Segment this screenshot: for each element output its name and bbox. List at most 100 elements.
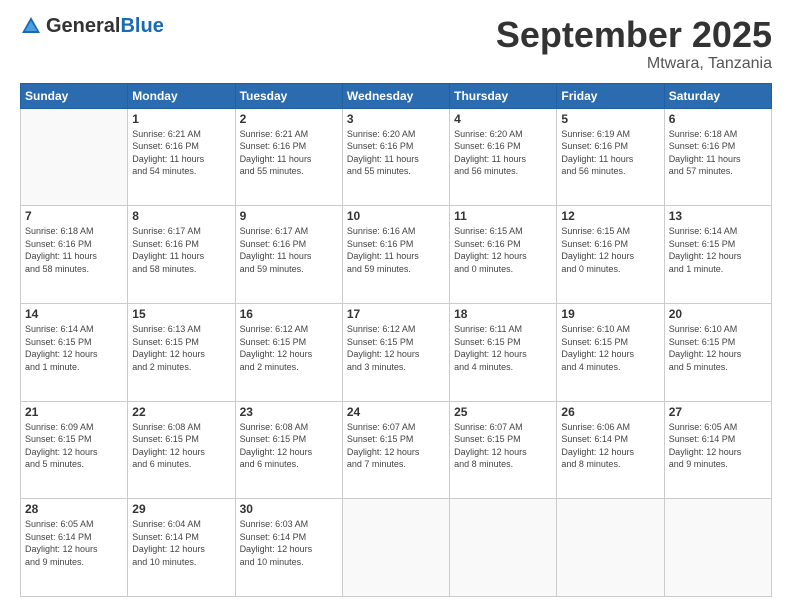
col-monday: Monday: [128, 83, 235, 108]
day-number: 19: [561, 307, 659, 321]
day-number: 7: [25, 209, 123, 223]
calendar-cell: 12Sunrise: 6:15 AM Sunset: 6:16 PM Dayli…: [557, 206, 664, 304]
day-number: 3: [347, 112, 445, 126]
day-number: 24: [347, 405, 445, 419]
day-info: Sunrise: 6:03 AM Sunset: 6:14 PM Dayligh…: [240, 518, 338, 568]
day-number: 10: [347, 209, 445, 223]
day-info: Sunrise: 6:18 AM Sunset: 6:16 PM Dayligh…: [25, 225, 123, 275]
day-number: 13: [669, 209, 767, 223]
day-number: 22: [132, 405, 230, 419]
day-info: Sunrise: 6:07 AM Sunset: 6:15 PM Dayligh…: [347, 421, 445, 471]
calendar-cell: 5Sunrise: 6:19 AM Sunset: 6:16 PM Daylig…: [557, 108, 664, 206]
calendar-cell: [342, 499, 449, 597]
header: GeneralBlue September 2025 Mtwara, Tanza…: [20, 15, 772, 73]
day-info: Sunrise: 6:16 AM Sunset: 6:16 PM Dayligh…: [347, 225, 445, 275]
day-info: Sunrise: 6:06 AM Sunset: 6:14 PM Dayligh…: [561, 421, 659, 471]
calendar-cell: 27Sunrise: 6:05 AM Sunset: 6:14 PM Dayli…: [664, 401, 771, 499]
calendar-cell: 28Sunrise: 6:05 AM Sunset: 6:14 PM Dayli…: [21, 499, 128, 597]
calendar-cell: 16Sunrise: 6:12 AM Sunset: 6:15 PM Dayli…: [235, 303, 342, 401]
calendar-cell: 29 Sunrise: 6:04 AM Sunset: 6:14 PM Dayli…: [128, 499, 235, 597]
month-title: September 2025: [496, 15, 772, 55]
location: Mtwara, Tanzania: [496, 55, 772, 73]
page: GeneralBlue September 2025 Mtwara, Tanza…: [0, 0, 792, 612]
day-info: Sunrise: 6:20 AM Sunset: 6:16 PM Dayligh…: [347, 128, 445, 178]
week-row-4: 21 Sunrise: 6:09 AM Sunset: 6:15 PM Dayli…: [21, 401, 772, 499]
calendar-cell: 15Sunrise: 6:13 AM Sunset: 6:15 PM Dayli…: [128, 303, 235, 401]
day-number: 5: [561, 112, 659, 126]
day-info: Sunrise: 6:05 AM Sunset: 6:14 PM Dayligh…: [669, 421, 767, 471]
day-number: 12: [561, 209, 659, 223]
calendar-cell: 21 Sunrise: 6:09 AM Sunset: 6:15 PM Dayli…: [21, 401, 128, 499]
calendar-cell: [450, 499, 557, 597]
day-number: 18: [454, 307, 552, 321]
calendar-cell: 10 Sunrise: 6:16 AM Sunset: 6:16 PM Dayli…: [342, 206, 449, 304]
calendar-cell: 18 Sunrise: 6:11 AM Sunset: 6:15 PM Dayli…: [450, 303, 557, 401]
day-number: 2: [240, 112, 338, 126]
calendar-cell: 30 Sunrise: 6:03 AM Sunset: 6:14 PM Dayli…: [235, 499, 342, 597]
logo-blue-text: Blue: [120, 15, 163, 37]
week-row-5: 28Sunrise: 6:05 AM Sunset: 6:14 PM Dayli…: [21, 499, 772, 597]
day-number: 23: [240, 405, 338, 419]
day-info: Sunrise: 6:04 AM Sunset: 6:14 PM Dayligh…: [132, 518, 230, 568]
day-number: 1: [132, 112, 230, 126]
day-number: 25: [454, 405, 552, 419]
day-info: Sunrise: 6:08 AM Sunset: 6:15 PM Dayligh…: [240, 421, 338, 471]
week-row-1: 1 Sunrise: 6:21 AM Sunset: 6:16 PM Daylig…: [21, 108, 772, 206]
day-info: Sunrise: 6:17 AM Sunset: 6:16 PM Dayligh…: [240, 225, 338, 275]
day-info: Sunrise: 6:09 AM Sunset: 6:15 PM Dayligh…: [25, 421, 123, 471]
calendar-cell: 1 Sunrise: 6:21 AM Sunset: 6:16 PM Daylig…: [128, 108, 235, 206]
day-info: Sunrise: 6:07 AM Sunset: 6:15 PM Dayligh…: [454, 421, 552, 471]
day-info: Sunrise: 6:14 AM Sunset: 6:15 PM Dayligh…: [669, 225, 767, 275]
calendar-cell: 20Sunrise: 6:10 AM Sunset: 6:15 PM Dayli…: [664, 303, 771, 401]
day-info: Sunrise: 6:10 AM Sunset: 6:15 PM Dayligh…: [669, 323, 767, 373]
calendar-header-row: Sunday Monday Tuesday Wednesday Thursday…: [21, 83, 772, 108]
calendar-cell: [21, 108, 128, 206]
day-number: 29: [132, 502, 230, 516]
calendar-cell: 13 Sunrise: 6:14 AM Sunset: 6:15 PM Dayli…: [664, 206, 771, 304]
day-info: Sunrise: 6:11 AM Sunset: 6:15 PM Dayligh…: [454, 323, 552, 373]
calendar-cell: 6 Sunrise: 6:18 AM Sunset: 6:16 PM Daylig…: [664, 108, 771, 206]
week-row-2: 7 Sunrise: 6:18 AM Sunset: 6:16 PM Daylig…: [21, 206, 772, 304]
calendar-cell: 17 Sunrise: 6:12 AM Sunset: 6:15 PM Dayli…: [342, 303, 449, 401]
day-number: 30: [240, 502, 338, 516]
day-info: Sunrise: 6:12 AM Sunset: 6:15 PM Dayligh…: [240, 323, 338, 373]
day-number: 28: [25, 502, 123, 516]
day-number: 21: [25, 405, 123, 419]
day-number: 26: [561, 405, 659, 419]
day-info: Sunrise: 6:12 AM Sunset: 6:15 PM Dayligh…: [347, 323, 445, 373]
calendar-cell: 23 Sunrise: 6:08 AM Sunset: 6:15 PM Dayli…: [235, 401, 342, 499]
day-number: 8: [132, 209, 230, 223]
day-number: 4: [454, 112, 552, 126]
calendar-cell: 22Sunrise: 6:08 AM Sunset: 6:15 PM Dayli…: [128, 401, 235, 499]
day-info: Sunrise: 6:21 AM Sunset: 6:16 PM Dayligh…: [132, 128, 230, 178]
col-sunday: Sunday: [21, 83, 128, 108]
calendar-cell: [557, 499, 664, 597]
col-wednesday: Wednesday: [342, 83, 449, 108]
calendar-cell: 2 Sunrise: 6:21 AM Sunset: 6:16 PM Daylig…: [235, 108, 342, 206]
day-info: Sunrise: 6:14 AM Sunset: 6:15 PM Dayligh…: [25, 323, 123, 373]
day-info: Sunrise: 6:13 AM Sunset: 6:15 PM Dayligh…: [132, 323, 230, 373]
calendar-table: Sunday Monday Tuesday Wednesday Thursday…: [20, 83, 772, 597]
day-number: 17: [347, 307, 445, 321]
day-info: Sunrise: 6:21 AM Sunset: 6:16 PM Dayligh…: [240, 128, 338, 178]
calendar-cell: 14 Sunrise: 6:14 AM Sunset: 6:15 PM Dayli…: [21, 303, 128, 401]
calendar-cell: 25 Sunrise: 6:07 AM Sunset: 6:15 PM Dayli…: [450, 401, 557, 499]
day-number: 14: [25, 307, 123, 321]
day-number: 9: [240, 209, 338, 223]
calendar-cell: 26 Sunrise: 6:06 AM Sunset: 6:14 PM Dayli…: [557, 401, 664, 499]
calendar-cell: 9 Sunrise: 6:17 AM Sunset: 6:16 PM Daylig…: [235, 206, 342, 304]
logo-icon: [20, 15, 42, 37]
logo-general-text: General: [46, 15, 120, 37]
day-info: Sunrise: 6:18 AM Sunset: 6:16 PM Dayligh…: [669, 128, 767, 178]
calendar-cell: 4 Sunrise: 6:20 AM Sunset: 6:16 PM Daylig…: [450, 108, 557, 206]
calendar-cell: 3 Sunrise: 6:20 AM Sunset: 6:16 PM Daylig…: [342, 108, 449, 206]
logo: GeneralBlue: [20, 15, 164, 37]
col-friday: Friday: [557, 83, 664, 108]
day-info: Sunrise: 6:20 AM Sunset: 6:16 PM Dayligh…: [454, 128, 552, 178]
calendar-cell: 11Sunrise: 6:15 AM Sunset: 6:16 PM Dayli…: [450, 206, 557, 304]
col-saturday: Saturday: [664, 83, 771, 108]
calendar-cell: 19Sunrise: 6:10 AM Sunset: 6:15 PM Dayli…: [557, 303, 664, 401]
day-number: 6: [669, 112, 767, 126]
calendar-cell: 7 Sunrise: 6:18 AM Sunset: 6:16 PM Daylig…: [21, 206, 128, 304]
col-thursday: Thursday: [450, 83, 557, 108]
